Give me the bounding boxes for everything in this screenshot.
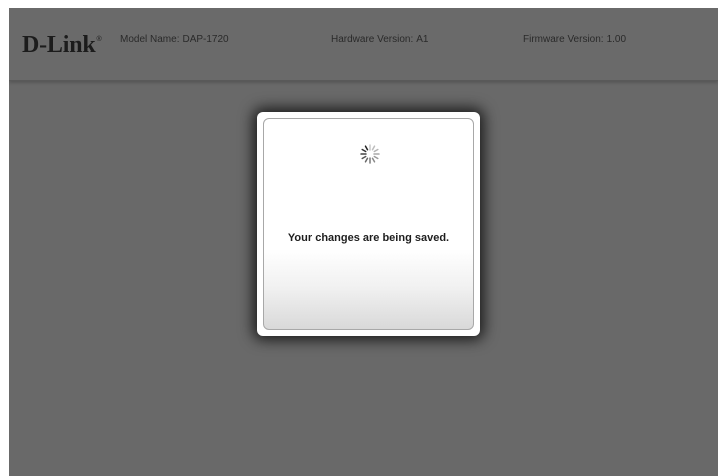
hardware-version-label: Hardware Version:: [331, 34, 414, 45]
hardware-version: Hardware Version: A1: [331, 34, 429, 45]
logo-text: D-Link: [22, 32, 96, 58]
model-name: Model Name: DAP-1720: [120, 34, 229, 45]
saving-dialog: Your changes are being saved.: [257, 112, 480, 336]
header-bar: D-Link® Model Name: DAP-1720 Hardware Ver…: [9, 8, 718, 81]
firmware-version-value: 1.00: [606, 34, 627, 45]
saving-message: Your changes are being saved.: [287, 232, 450, 244]
model-name-label: Model Name:: [120, 34, 180, 45]
firmware-version-label: Firmware Version:: [523, 34, 604, 45]
loading-spinner-icon: [360, 144, 380, 164]
hardware-version-value: A1: [416, 34, 429, 45]
logo-registered-mark: ®: [96, 36, 102, 43]
page-frame: D-Link® Model Name: DAP-1720 Hardware Ver…: [9, 8, 718, 476]
firmware-version: Firmware Version: 1.00: [523, 34, 626, 45]
dlink-logo: D-Link®: [22, 32, 102, 58]
saving-dialog-panel: Your changes are being saved.: [263, 118, 474, 330]
model-name-value: DAP-1720: [182, 34, 229, 45]
